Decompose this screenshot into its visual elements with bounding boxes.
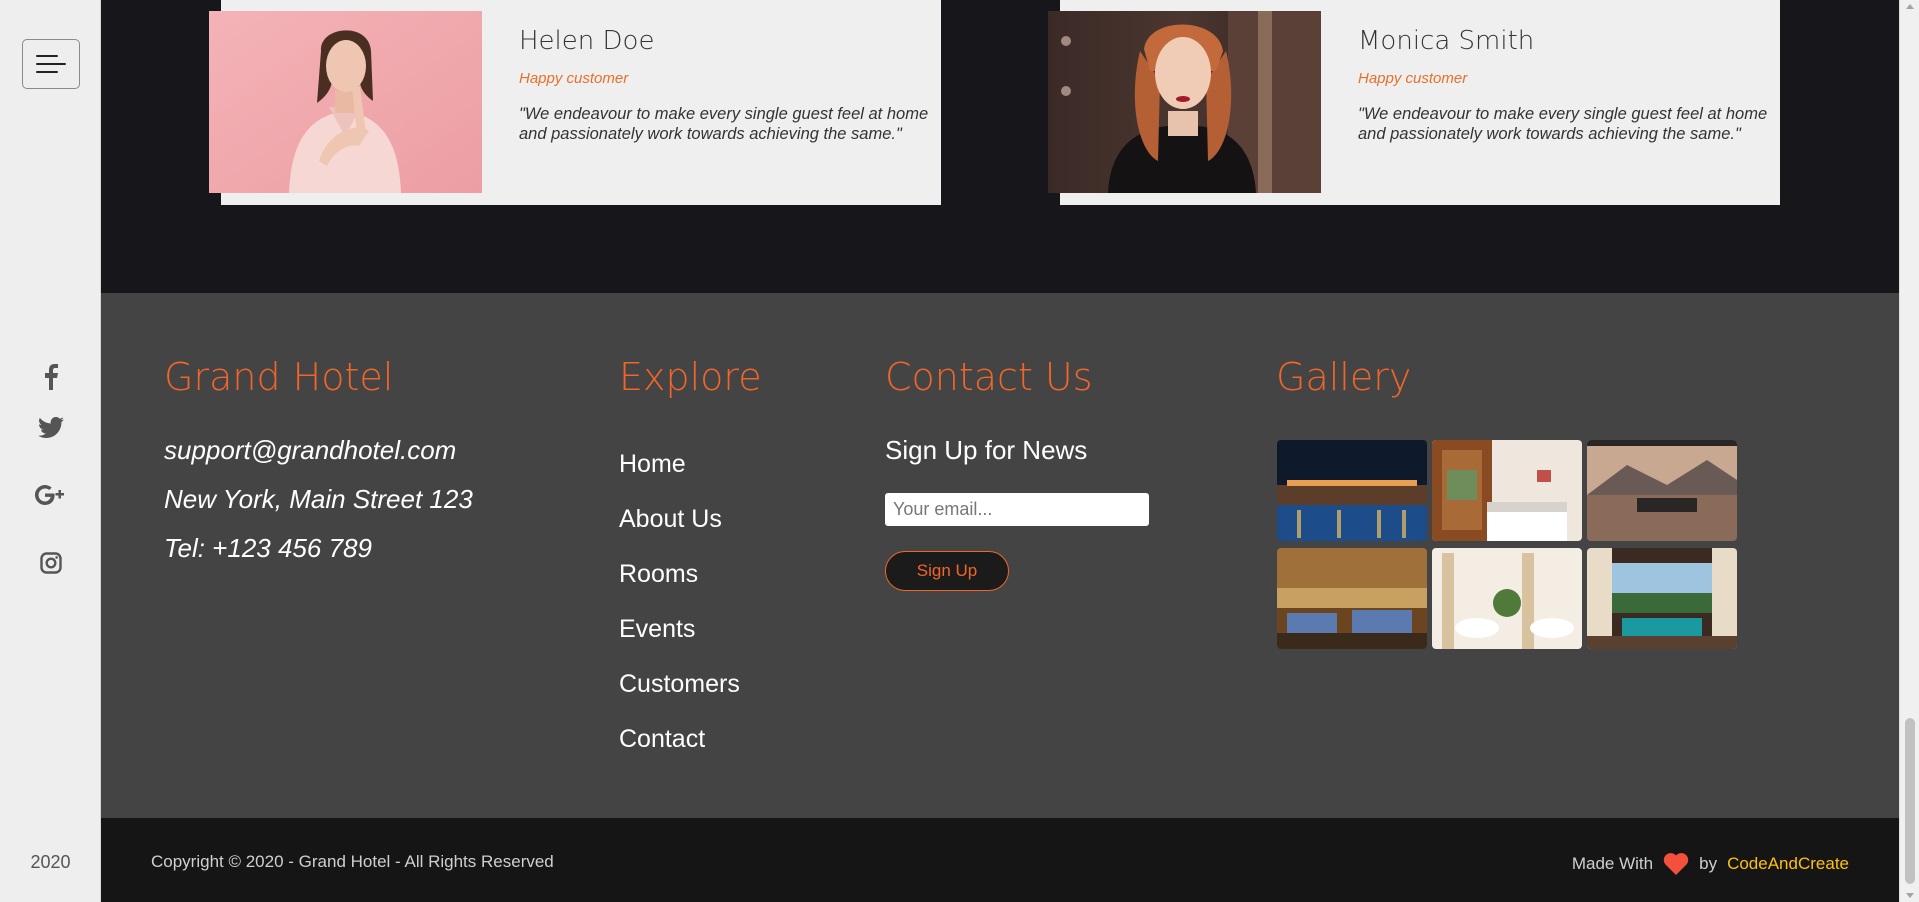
- copyright-bar: Copyright © 2020 - Grand Hotel - All Rig…: [101, 818, 1899, 902]
- gallery-image-terrace[interactable]: [1587, 548, 1737, 649]
- contact-email[interactable]: support@grandhotel.com: [164, 435, 456, 466]
- hamburger-line: [36, 71, 58, 73]
- twitter-icon: [37, 417, 64, 438]
- footer: Grand Hotel support@grandhotel.com New Y…: [101, 293, 1899, 818]
- testimonial-card: Helen Doe Happy customer "We endeavour t…: [209, 0, 941, 205]
- gallery-image-bedroom[interactable]: [1432, 440, 1582, 541]
- testimonials-section: Helen Doe Happy customer "We endeavour t…: [101, 0, 1899, 293]
- customer-photo-monica: [1048, 11, 1321, 193]
- contact-address: New York, Main Street 123: [164, 484, 473, 514]
- page-scrollbar[interactable]: [1899, 0, 1919, 902]
- footer-link-home[interactable]: Home: [619, 450, 686, 479]
- sidebar-year: 2020: [30, 852, 71, 872]
- made-with-label: Made With: [1571, 853, 1654, 873]
- by-label: by: [1699, 853, 1718, 873]
- left-sidebar: 2020: [0, 0, 101, 902]
- testimonial-name: Helen Doe: [519, 26, 655, 56]
- facebook-link[interactable]: [0, 364, 101, 390]
- footer-link-rooms[interactable]: Rooms: [619, 560, 698, 589]
- testimonial-role: Happy customer: [519, 70, 629, 87]
- gallery-image-dining-hall[interactable]: [1432, 548, 1582, 649]
- footer-link-customers[interactable]: Customers: [619, 670, 740, 699]
- gallery-grid: [1277, 440, 1738, 649]
- google-plus-icon: [34, 485, 64, 505]
- footer-brand-title: Grand Hotel: [164, 355, 394, 399]
- testimonial-role: Happy customer: [1358, 70, 1468, 87]
- footer-link-events[interactable]: Events: [619, 615, 695, 644]
- testimonial-card: Monica Smith Happy customer "We endeavou…: [1048, 0, 1780, 205]
- gallery-image-modern-room[interactable]: [1587, 440, 1737, 541]
- twitter-link[interactable]: [0, 417, 101, 438]
- heart-icon: [1663, 853, 1689, 875]
- made-with-credit: Made With by CodeAndCreate: [1572, 852, 1849, 875]
- scroll-down-icon[interactable]: [1906, 893, 1914, 898]
- gallery-title: Gallery: [1276, 355, 1412, 399]
- codeandcreate-link[interactable]: CodeAndCreate: [1727, 854, 1849, 874]
- newsletter-heading: Sign Up for News: [885, 435, 1088, 465]
- gallery-image-restaurant[interactable]: [1277, 548, 1427, 649]
- explore-title: Explore: [619, 355, 762, 399]
- hamburger-menu-button[interactable]: [22, 39, 80, 89]
- newsletter-email-input[interactable]: [885, 493, 1149, 526]
- instagram-link[interactable]: [0, 552, 101, 574]
- copyright-text: Copyright © 2020 - Grand Hotel - All Rig…: [151, 852, 554, 871]
- customer-photo-helen: [209, 11, 482, 193]
- scroll-thumb[interactable]: [1905, 718, 1915, 884]
- facebook-icon: [44, 364, 58, 390]
- testimonial-quote: "We endeavour to make every single guest…: [519, 105, 929, 143]
- hamburger-line: [36, 63, 66, 65]
- footer-link-about[interactable]: About Us: [619, 505, 722, 534]
- scroll-up-icon[interactable]: [1906, 4, 1914, 9]
- hamburger-menu-icon: [36, 55, 58, 57]
- contact-phone: Tel: +123 456 789: [164, 533, 372, 563]
- testimonial-name: Monica Smith: [1358, 26, 1535, 56]
- gallery-image-pool-night[interactable]: [1277, 440, 1427, 541]
- signup-button[interactable]: Sign Up: [885, 551, 1009, 591]
- footer-link-contact[interactable]: Contact: [619, 725, 705, 754]
- instagram-icon: [39, 552, 62, 574]
- contact-title: Contact Us: [885, 355, 1093, 399]
- testimonial-quote: "We endeavour to make every single guest…: [1358, 105, 1768, 143]
- google-plus-link[interactable]: [0, 485, 101, 505]
